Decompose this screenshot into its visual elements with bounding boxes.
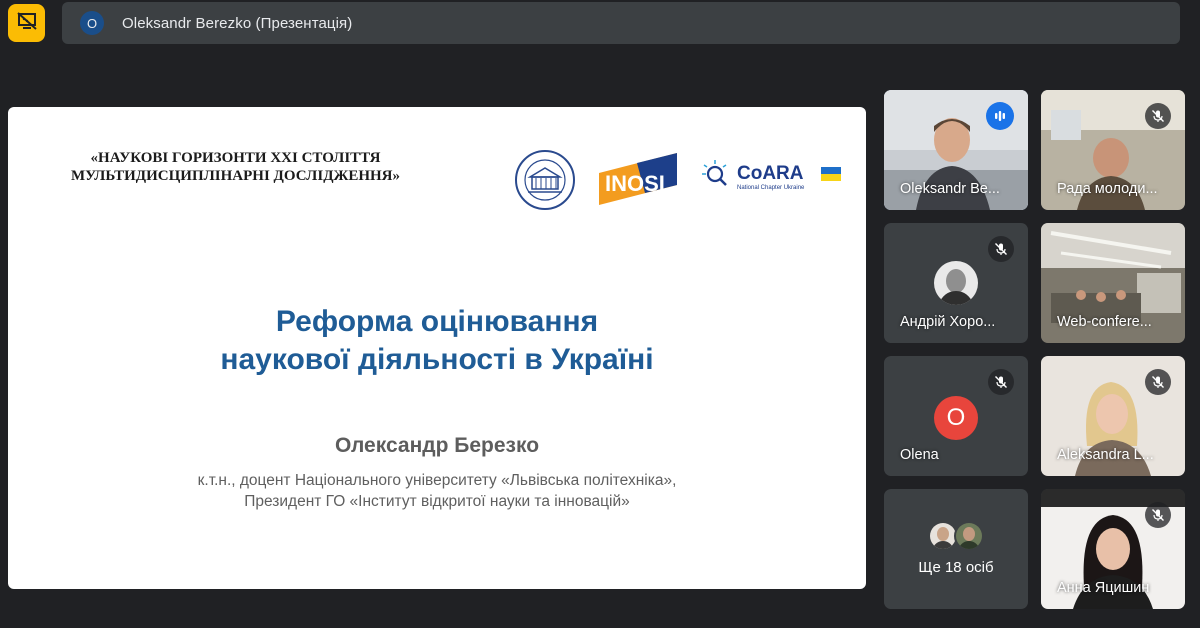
stop-presenting-button[interactable] xyxy=(8,4,45,42)
participant-name: Olena xyxy=(900,447,939,463)
coara-logo-text: CoARA xyxy=(737,163,804,184)
participant-name: Анна Яцишин xyxy=(1057,580,1150,596)
conference-title: «НАУКОВІ ГОРИЗОНТИ XXI СТОЛІТТЯ МУЛЬТИДИ… xyxy=(58,149,413,185)
university-logo xyxy=(515,150,575,210)
inosi-logo: INOSI xyxy=(597,151,679,207)
participant-mini-avatar xyxy=(954,521,984,551)
more-participants-tile[interactable]: Ще 18 осіб xyxy=(884,489,1028,609)
participant-name: Андрій Хоро... xyxy=(900,314,996,330)
participant-tile-web-conference[interactable]: Web-confere... xyxy=(1041,223,1185,343)
participant-avatar: O xyxy=(934,396,978,440)
participant-name: Aleksandra L... xyxy=(1057,447,1154,463)
participant-tile-aleksandra[interactable]: Aleksandra L... xyxy=(1041,356,1185,476)
participant-tile-oleksandr[interactable]: Oleksandr Ве... xyxy=(884,90,1028,210)
coara-logo-subtext: National Chapter Ukraine xyxy=(737,185,805,191)
slide-title-line2: наукової діяльності в Україні xyxy=(220,343,654,376)
participant-tile-anna[interactable]: Анна Яцишин xyxy=(1041,489,1185,609)
participant-tile-andrii[interactable]: Андрій Хоро... xyxy=(884,223,1028,343)
slide-title-line1: Реформа оцінювання xyxy=(275,305,599,338)
more-participants-count: Ще 18 осіб xyxy=(918,559,994,576)
presentation-off-icon xyxy=(16,11,37,35)
conference-title-line2: МУЛЬТИДИСЦИПЛІНАРНІ ДОСЛІДЖЕННЯ» xyxy=(70,168,401,184)
participant-name: Web-confere... xyxy=(1057,314,1152,330)
participant-name: Рада молоди... xyxy=(1057,181,1158,197)
mic-muted-icon xyxy=(988,369,1014,395)
participant-tile-rada[interactable]: Рада молоди... xyxy=(1041,90,1185,210)
coara-logo: CoARA National Chapter Ukraine xyxy=(701,159,841,193)
presenter-avatar: O xyxy=(80,11,104,35)
participant-name: Oleksandr Ве... xyxy=(900,181,1000,197)
slide-author: Олександр Березко xyxy=(334,434,540,457)
participant-tile-olena[interactable]: O Olena xyxy=(884,356,1028,476)
speaking-indicator-icon xyxy=(986,102,1014,130)
presenter-bar: O Oleksandr Berezko (Презентація) xyxy=(62,2,1180,44)
participant-avatar xyxy=(934,261,978,305)
slide-affiliation-line1: к.т.н., доцент Національного університет… xyxy=(197,472,677,489)
mic-muted-icon xyxy=(1145,103,1171,129)
mic-muted-icon xyxy=(1145,502,1171,528)
mic-muted-icon xyxy=(988,236,1014,262)
inosi-logo-text: INOSI xyxy=(605,171,665,196)
conference-title-line1: «НАУКОВІ ГОРИЗОНТИ XXI СТОЛІТТЯ xyxy=(90,150,381,166)
mic-muted-icon xyxy=(1145,369,1171,395)
slide-affiliation-line2: Президент ГО «Інститут відкритої науки т… xyxy=(244,493,630,510)
presenter-title: Oleksandr Berezko (Презентація) xyxy=(122,14,353,32)
shared-slide: «НАУКОВІ ГОРИЗОНТИ XXI СТОЛІТТЯ МУЛЬТИДИ… xyxy=(8,107,866,589)
